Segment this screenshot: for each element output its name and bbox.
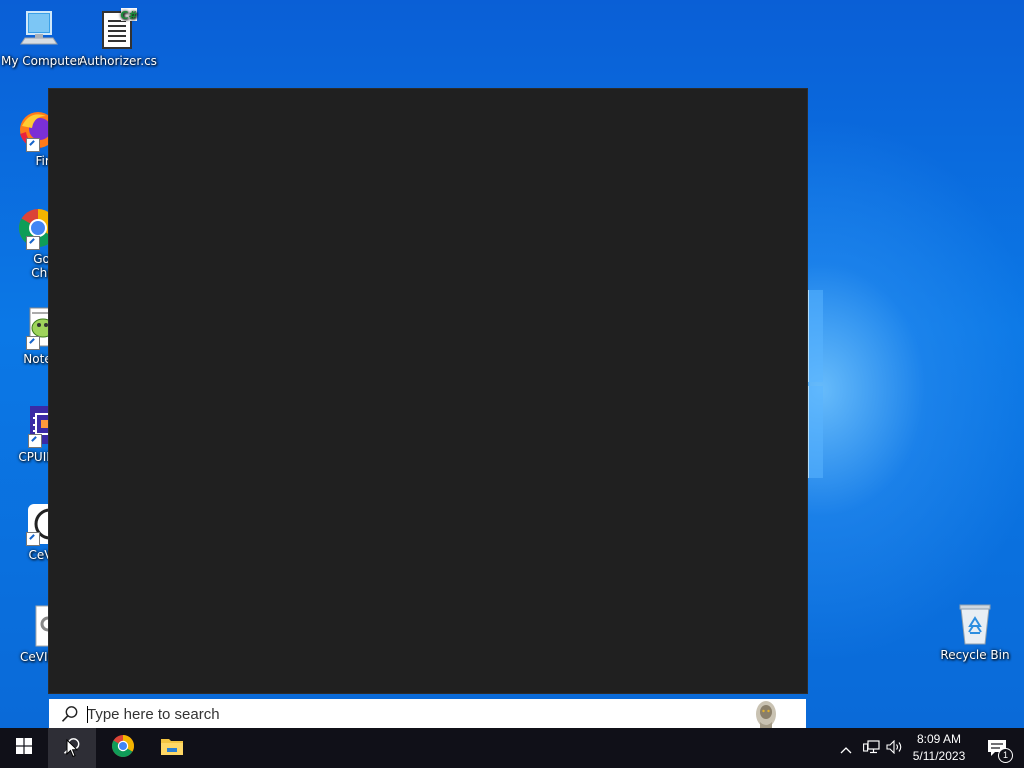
wallpaper-pane — [808, 386, 823, 478]
search-icon — [61, 705, 79, 723]
desktop-icon-label: My Computer — [1, 54, 82, 68]
notification-count-badge: 1 — [998, 748, 1013, 763]
desktop-icon-authorizer-cs[interactable]: C# Authorizer.cs — [79, 8, 157, 68]
taskbar-search-button[interactable] — [48, 728, 96, 768]
shortcut-arrow-icon — [26, 138, 40, 152]
taskbar-search-box[interactable] — [49, 697, 806, 729]
desktop-icon-my-computer[interactable]: My Computer — [1, 8, 82, 68]
volume-icon — [886, 739, 904, 758]
shortcut-arrow-icon — [28, 434, 42, 448]
shortcut-arrow-icon — [26, 532, 40, 546]
text-caret — [87, 706, 88, 723]
computer-icon — [17, 8, 61, 52]
wallpaper-pane — [808, 290, 823, 382]
notification-icon: 1 — [987, 738, 1013, 763]
start-button[interactable] — [0, 728, 48, 768]
clock-time: 8:09 AM — [916, 732, 962, 746]
search-highlight-image[interactable] — [751, 700, 781, 729]
taskbar-chrome-button[interactable] — [99, 728, 147, 768]
mouse-cursor-icon — [66, 738, 79, 762]
shortcut-arrow-icon — [26, 336, 40, 350]
network-button[interactable] — [860, 728, 882, 768]
clock-date: 5/11/2023 — [912, 749, 966, 763]
desktop-icon-label: Authorizer.cs — [79, 54, 157, 68]
recycle-bin-icon — [953, 602, 997, 646]
system-clock[interactable]: 8:09 AM 5/11/2023 — [906, 731, 972, 765]
desktop-icon-label: Recycle Bin — [940, 648, 1010, 662]
taskbar-file-explorer-button[interactable] — [148, 728, 196, 768]
volume-button[interactable] — [884, 728, 906, 768]
windows-logo-icon — [16, 738, 32, 758]
chrome-icon — [111, 734, 135, 762]
chevron-up-icon — [840, 739, 852, 758]
file-explorer-icon — [160, 735, 184, 761]
network-icon — [862, 739, 880, 758]
svg-text:C#: C# — [120, 9, 137, 22]
action-center-button[interactable]: 1 — [978, 728, 1018, 768]
taskbar: 8:09 AM 5/11/2023 1 — [0, 728, 1024, 768]
shortcut-arrow-icon — [26, 236, 40, 250]
search-input[interactable] — [87, 702, 747, 726]
search-flyout-panel — [48, 88, 808, 694]
tray-overflow-button[interactable] — [836, 728, 856, 768]
desktop-icon-recycle-bin[interactable]: Recycle Bin — [937, 602, 1013, 662]
csharp-file-icon: C# — [95, 8, 139, 52]
